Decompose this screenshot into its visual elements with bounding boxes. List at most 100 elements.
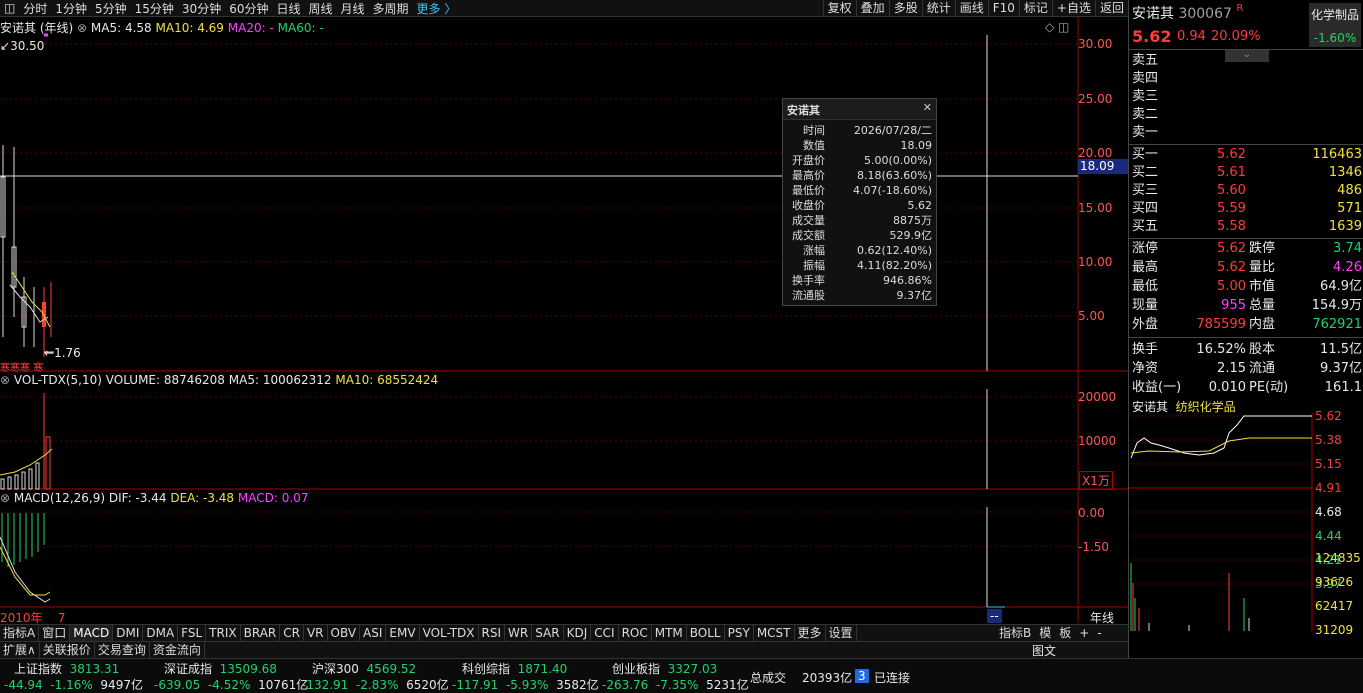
close-icon[interactable]: ✕	[923, 101, 932, 114]
indicator-tab[interactable]: MTM	[652, 625, 687, 641]
y-tick: 5.00	[1078, 309, 1105, 323]
extension-tab[interactable]: 扩展∧	[0, 642, 40, 658]
extension-tab[interactable]: 交易查询	[95, 642, 150, 658]
fuquan-button[interactable]: 复权	[822, 0, 856, 17]
settings-icon[interactable]: ⊗	[0, 373, 10, 387]
f10-button[interactable]: F10	[987, 0, 1019, 17]
stats-button[interactable]: 统计	[921, 0, 955, 17]
volume-value: VOLUME: 88746208	[105, 373, 225, 387]
tab-monthly[interactable]: 月线	[337, 0, 369, 17]
tab-5min[interactable]: 5分钟	[91, 0, 131, 17]
indicator-tab[interactable]: EMV	[386, 625, 420, 641]
ma5-value: MA5: 4.58	[90, 21, 152, 35]
tab-chart-text[interactable]: 图文	[1032, 642, 1056, 659]
extension-tab[interactable]: 资金流向	[150, 642, 205, 658]
indicator-tab[interactable]: ROC	[619, 625, 652, 641]
indicator-tab[interactable]: WR	[505, 625, 533, 641]
indicator-tab[interactable]: TRIX	[206, 625, 241, 641]
bid-level-label: 买一	[1132, 147, 1159, 162]
tab-60min[interactable]: 60分钟	[225, 0, 272, 17]
bid-volume: 116463	[1312, 147, 1362, 162]
indicator-tab[interactable]: PSY	[725, 625, 754, 641]
connection-status: 已连接	[874, 671, 911, 685]
mini-vol-tick: 124835	[1315, 551, 1361, 565]
tab-weekly[interactable]: 周线	[305, 0, 337, 17]
bid-level-label: 买二	[1132, 165, 1159, 180]
indicator-tab[interactable]: DMA	[143, 625, 179, 641]
settings-icon[interactable]: ⊗	[0, 491, 10, 505]
indicator-tab[interactable]: KDJ	[564, 625, 592, 641]
sector-badge[interactable]: 化学制品 -1.60%	[1309, 3, 1361, 47]
indicator-tab[interactable]: OBV	[328, 625, 361, 641]
index-quote[interactable]: 沪深300 4569.52	[312, 660, 416, 677]
stat-row: 最低 5.00 市值 64.9亿	[1129, 278, 1363, 296]
index-change-value: -132.91	[302, 678, 349, 692]
tab-daily[interactable]: 日线	[272, 0, 304, 17]
dea-value: DEA: -3.48	[170, 491, 235, 505]
indicator-tab[interactable]: VOL-TDX	[420, 625, 479, 641]
tab-multi-period[interactable]: 多周期	[369, 0, 413, 17]
mini-y-tick: 4.91	[1315, 481, 1342, 495]
y-tick: 0.00	[1078, 506, 1105, 520]
stat-value: 2.15	[1217, 361, 1246, 376]
ma20-value: MA20: -	[227, 21, 274, 35]
stat-row: 现量 955 总量 154.9万	[1129, 297, 1363, 315]
popup-row-value: 4.07(-18.60%)	[853, 184, 932, 197]
indicator-tab[interactable]: MACD	[70, 625, 114, 641]
tab-30min[interactable]: 30分钟	[178, 0, 225, 17]
indicator-tab[interactable]: ASI	[360, 625, 387, 641]
indicator-tab-right[interactable]: 模	[1035, 625, 1055, 641]
stat-value: 64.9亿	[1320, 279, 1362, 294]
tab-15min[interactable]: 15分钟	[131, 0, 178, 17]
overlay-button[interactable]: 叠加	[855, 0, 889, 17]
indicator-tab[interactable]: FSL	[178, 625, 207, 641]
stat-label: 净资	[1132, 361, 1159, 376]
vol-ma5-value: MA5: 100062312	[228, 373, 332, 387]
indicator-tab[interactable]: RSI	[479, 625, 506, 641]
tab-1min[interactable]: 1分钟	[51, 0, 91, 17]
index-quote[interactable]: 创业板指 3327.03	[612, 660, 717, 677]
index-change: -117.91 -5.93% 3582亿	[452, 676, 599, 693]
indicator-tab-right[interactable]: 板	[1055, 625, 1075, 641]
indicator-tab[interactable]: BRAR	[241, 625, 281, 641]
bid-row: 买二 5.61 1346	[1129, 164, 1363, 182]
indicator-tab-right[interactable]: +	[1075, 625, 1093, 641]
ask-row: 卖四	[1129, 70, 1363, 88]
indicator-tab[interactable]: CR	[280, 625, 304, 641]
indicator-tab[interactable]: DMI	[113, 625, 144, 641]
index-value: 13509.68	[219, 662, 277, 676]
indicator-tab[interactable]: 窗口	[39, 625, 71, 641]
indicator-tab[interactable]: VR	[304, 625, 328, 641]
indicator-tab[interactable]: 指标A	[0, 625, 40, 641]
expand-icon[interactable]: ◇ ◫	[1045, 20, 1069, 34]
tab-more[interactable]: 更多 〉	[413, 0, 461, 17]
mark-button[interactable]: 标记	[1018, 0, 1052, 17]
bid-level-label: 买五	[1132, 219, 1159, 234]
indicator-tab[interactable]: CCI	[591, 625, 619, 641]
indicator-tab-right[interactable]: 指标B	[995, 625, 1035, 641]
index-change-value: -263.76	[602, 678, 649, 692]
toolbar-icon[interactable]: ◫	[0, 1, 19, 15]
indicator-tab[interactable]: SAR	[532, 625, 564, 641]
indicator-tab[interactable]: 设置	[826, 625, 857, 641]
event-marks: 寒寒寒 寒	[0, 363, 44, 374]
kline-chart-area[interactable]: 安诺其 (年线) ⊗ MA5: 4.58 MA10: 4.69 MA20: - …	[0, 17, 1128, 625]
indicator-tab[interactable]: 更多	[795, 625, 826, 641]
extension-tab[interactable]: 关联报价	[40, 642, 95, 658]
indicator-tab[interactable]: BOLL	[687, 625, 725, 641]
total-turnover-value: 20393亿	[802, 671, 853, 685]
stat-value: 161.1	[1324, 380, 1362, 395]
add-watchlist-button[interactable]: +自选	[1051, 0, 1095, 17]
draw-button[interactable]: 画线	[954, 0, 988, 17]
indicator-tab[interactable]: MCST	[754, 625, 795, 641]
index-quote[interactable]: 科创综指 1871.40	[462, 660, 567, 677]
settings-icon[interactable]: ⊗	[77, 21, 87, 35]
index-quote[interactable]: 深证成指 13509.68	[164, 660, 277, 677]
y-tick: -1.50	[1078, 540, 1110, 554]
index-quote[interactable]: 上证指数 3813.31	[14, 660, 119, 677]
multi-stock-button[interactable]: 多股	[888, 0, 922, 17]
indicator-tab-right[interactable]: -	[1093, 625, 1105, 641]
tab-fenshi[interactable]: 分时	[19, 0, 51, 17]
data-window-popup: 安诺其 ✕ 时间 2026/07/28/二 数值 18.09 开盘价 5.00(0.00%)…	[782, 98, 937, 306]
back-button[interactable]: 返回	[1094, 0, 1128, 17]
